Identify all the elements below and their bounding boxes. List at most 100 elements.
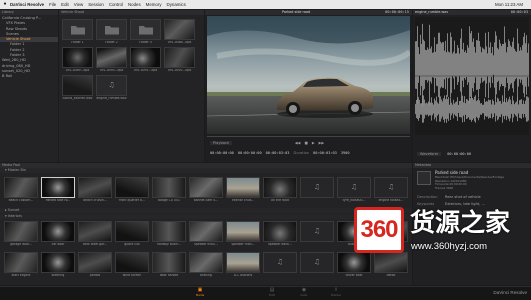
waveform-bar [438,32,439,98]
folder-item[interactable]: Folder 3 [130,19,161,45]
pool-clip-thumbnail[interactable]: ♫ engine noise3... [374,177,408,203]
app-menu[interactable]: DaVinci Resolve [10,2,44,7]
pool-clip-thumbnail[interactable]: pedals [78,252,112,278]
folder-item[interactable]: Folder 1 [62,19,93,45]
page-deliver-tab[interactable]: ⇪ Deliver [322,287,350,300]
pool-clip-thumbnail[interactable]: wind screen [115,252,149,278]
pool-clip-thumbnail[interactable]: bonnet cam 0... [189,177,223,203]
pool-clip-thumbnail[interactable]: door handle [152,252,186,278]
waveform-bar [446,52,447,78]
menu-file[interactable]: File [49,2,56,7]
bin-master[interactable]: ▾ Master Bin [0,168,412,173]
waveform-bar [442,101,443,117]
pool-clip-thumbnail[interactable]: speaker man... [226,221,260,247]
description-value[interactable]: Rear shot of vehicle [445,195,481,199]
menu-session[interactable]: Session [88,2,104,7]
viewer-scrubber[interactable] [207,136,410,137]
waveform-bar [506,52,507,78]
folder-item[interactable]: Folder 2 [96,19,127,45]
waveform-bar [435,51,436,79]
waveform-bar [470,33,471,97]
pool-clip-thumbnail[interactable]: ♫ tyre_noise00... [337,177,371,203]
waveform-bar [440,41,441,89]
pool-clip-label: speaker dash... [268,243,292,246]
fast-forward-icon[interactable]: ▶▶ [319,141,325,145]
clip-thumbnail[interactable]: 091-0088...dpx [164,19,195,45]
clip-thumbnail[interactable]: Sound_kitchen.wav [62,75,93,101]
pool-clip-thumbnail[interactable]: speaker dash... [263,221,297,247]
pool-clip-thumbnail[interactable]: speaker insul... [189,221,223,247]
page-media-tab[interactable]: ▣ Media [186,287,214,300]
music-note-icon: ♫ [300,177,334,198]
clip-thumbnail[interactable]: 091-0092...dpx [164,47,195,73]
pool-clip-thumbnail[interactable]: hallway slidin... [152,221,186,247]
pool-clip-thumbnail[interactable]: dark steel gar... [78,221,112,247]
menu-dynamics[interactable]: Dynamics [167,2,186,7]
waveform-bar [447,99,448,119]
pool-clip-thumbnail[interactable]: A-C buttons [226,252,260,278]
pool-clip-thumbnail[interactable]: interior cruis... [226,177,260,203]
pool-clip-image [115,221,149,242]
pool-clip-thumbnail[interactable]: on the road [263,177,297,203]
waveform-bar [451,37,452,93]
waveform-bar [430,48,431,82]
pool-clip-thumbnail[interactable]: start engine [4,252,38,278]
waveform-bar [504,98,505,120]
clip-thumbnail[interactable]: 091-0090...dpx [96,47,127,73]
pool-clip-thumbnail[interactable]: front quarter a... [115,177,149,203]
pool-clip-thumbnail[interactable]: ♫ [300,177,334,199]
waveform-bar [487,53,488,77]
rewind-icon[interactable]: ◀◀ [295,141,301,145]
tc-src: 00:00:00:00 [237,150,262,155]
waveform-bar [492,99,493,119]
waveform-bar [468,100,469,118]
page-edit-tab[interactable]: ▤ Edit [258,287,286,300]
waveform-bar [469,26,470,104]
playback-mode-dropdown[interactable]: Playback [210,140,233,146]
library-item[interactable]: B Roll [0,74,58,79]
pool-clip-label: guard cus [124,243,140,246]
audio-clip[interactable]: ♫ engine_rumble.wav [96,75,127,101]
music-note-icon: ♫ [96,75,127,96]
waveform-bar [489,100,490,118]
pool-clip-image [226,177,260,198]
play-icon[interactable]: ▶ [312,141,315,145]
waveform-mode-dropdown[interactable]: Waveform [417,151,442,157]
clip-thumbnail[interactable]: 091-0091...dpx [130,47,161,73]
pool-clip-thumbnail[interactable]: beach custom... [4,177,38,203]
menu-view[interactable]: View [74,2,83,7]
waveform-bar [445,40,446,90]
clip-label: 091-0092...dpx [167,69,192,72]
waveform-bar [440,96,441,122]
pool-clip-thumbnail[interactable]: guard cus [115,221,149,247]
bin-sunset[interactable]: ▸ Sunset [0,208,412,213]
menu-edit[interactable]: Edit [61,2,69,7]
pool-clip-thumbnail[interactable]: badge CU 001 [152,177,186,203]
audio-header: engine_rumble.wav 00:00:03 [413,10,531,15]
pool-clip-thumbnail[interactable]: braking [189,252,223,278]
pool-clip-thumbnail[interactable]: ♫ [263,252,297,274]
waveform-bar [494,104,495,114]
waveform-bar [455,53,456,77]
menu-nodes[interactable]: Nodes [128,2,141,7]
apple-icon[interactable]: ● [0,1,10,8]
pool-clip-thumbnail[interactable]: ♫ [300,252,334,274]
page-color-tab[interactable]: ◉ Color [290,287,318,300]
bin-interiors[interactable]: ▾ Interiors [0,214,412,219]
stop-icon[interactable]: ■ [304,141,307,145]
pool-clip-thumbnail[interactable]: Parked side ro... [41,177,75,203]
pool-clip-thumbnail[interactable]: car door [41,221,75,247]
pool-clip-thumbnail[interactable]: garage door... [4,221,38,247]
clip-thumbnail[interactable]: 091-0089...dpx [62,47,93,73]
pool-clip-thumbnail[interactable]: ♫ [300,221,334,243]
waveform-bar [525,43,526,87]
waveform-bar [422,23,423,107]
clip-image [130,47,161,68]
pool-clip-thumbnail[interactable]: steering [41,252,75,278]
audio-waveform[interactable] [415,17,529,135]
menu-memory[interactable]: Memory [146,2,162,7]
menu-control[interactable]: Control [109,2,123,7]
waveform-bar [434,98,435,120]
viewer-image[interactable] [207,16,410,134]
pool-clip-thumbnail[interactable]: beach cruisin... [78,177,112,203]
